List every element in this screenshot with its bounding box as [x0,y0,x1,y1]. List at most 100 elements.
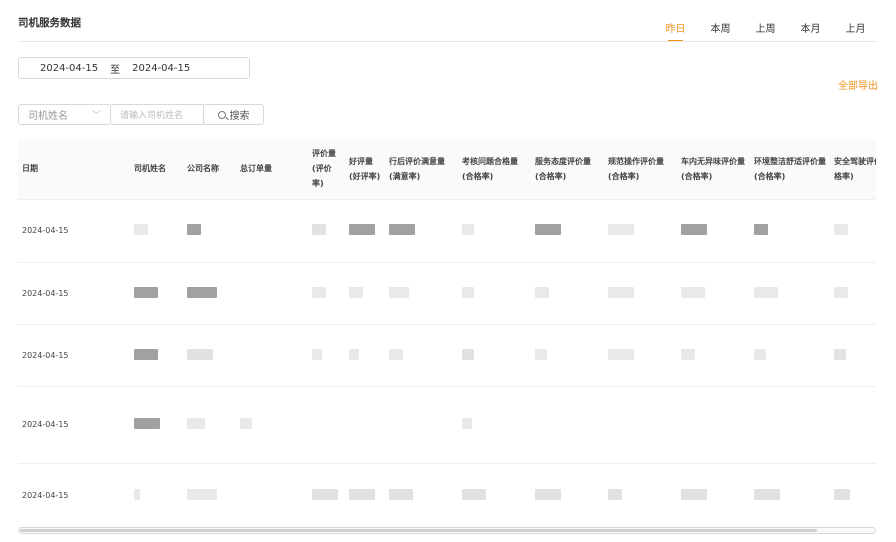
tab-last-month[interactable]: 上月 [833,20,878,41]
cell-redacted [830,261,876,324]
cell-redacted [830,385,876,463]
start-date[interactable]: 2024-04-15 [40,63,98,74]
driver-name-input[interactable]: 请输入司机姓名 [111,104,204,125]
cell-redacted [531,261,604,324]
cell-redacted [458,385,531,463]
table-row: 2024-04-15 [18,462,876,527]
cell-redacted [236,261,308,324]
cell-redacted [531,385,604,463]
tab-this-week[interactable]: 本周 [698,20,743,41]
cell-date: 2024-04-15 [18,261,130,324]
cell-redacted [750,198,830,262]
cell-redacted [345,323,385,386]
cell-redacted [458,261,531,324]
cell-redacted [385,323,458,386]
end-date[interactable]: 2024-04-15 [132,63,190,74]
cell-redacted [385,261,458,324]
tab-this-month[interactable]: 本月 [788,20,833,41]
col-safe-driving: 安全驾驶评价量(合格率) [834,156,876,181]
cell-redacted [130,385,183,463]
cell-redacted [183,323,236,386]
cell-redacted [458,323,531,386]
cell-date: 2024-04-15 [18,462,130,527]
col-date: 日期 [22,164,38,174]
cell-redacted [531,323,604,386]
cell-redacted [183,462,236,527]
cell-redacted [130,261,183,324]
cell-redacted [345,385,385,463]
data-table: 日期 司机姓名 公司名称 总订单量 评价量(评价率) 好评量(好评率) 行后评价… [18,139,876,527]
page-title: 司机服务数据 [18,17,81,29]
cell-redacted [604,385,677,463]
period-tabs: 昨日 本周 上周 本月 上月 [653,20,878,42]
col-post-trip-satisfaction: 行后评价满意量(满意率) [389,156,445,181]
table-row: 2024-04-15 [18,323,876,386]
cell-redacted [183,261,236,324]
filter-bar: 司机姓名 ﹀ 请输入司机姓名 搜索 [18,104,264,125]
cell-redacted [308,261,345,324]
table-row: 2024-04-15 [18,385,876,463]
search-button[interactable]: 搜索 [203,104,264,125]
cell-redacted [604,261,677,324]
search-button-label: 搜索 [229,111,250,122]
scrollbar-thumb[interactable] [20,529,817,532]
cell-redacted [604,462,677,527]
cell-redacted [236,323,308,386]
cell-redacted [677,323,750,386]
col-clean-environment: 环境整洁舒适评价量(合格率) [754,156,826,181]
date-separator: 至 [110,64,121,76]
filter-field-select[interactable]: 司机姓名 ﹀ [18,104,111,125]
cell-redacted [750,323,830,386]
cell-redacted [677,261,750,324]
cell-redacted [385,385,458,463]
cell-redacted [677,198,750,262]
cell-date: 2024-04-15 [18,385,130,463]
horizontal-scrollbar[interactable] [18,527,876,534]
col-standard-operation: 规范操作评价量(合格率) [608,156,664,181]
search-icon [217,110,226,119]
cell-redacted [830,462,876,527]
cell-redacted [385,462,458,527]
cell-redacted [345,462,385,527]
cell-redacted [130,323,183,386]
cell-redacted [750,261,830,324]
cell-redacted [385,198,458,262]
cell-redacted [750,385,830,463]
table-row: 2024-04-15 [18,198,876,262]
cell-date: 2024-04-15 [18,198,130,262]
cell-redacted [677,462,750,527]
cell-redacted [236,385,308,463]
date-range-picker[interactable]: 2024-04-15 至 2024-04-15 [18,57,250,79]
col-driver-name: 司机姓名 [134,164,166,174]
cell-redacted [130,462,183,527]
cell-redacted [345,198,385,262]
cell-redacted [458,198,531,262]
col-no-odor: 车内无异味评价量(合格率) [681,156,745,181]
cell-redacted [308,462,345,527]
table-header-row: 日期 司机姓名 公司名称 总订单量 评价量(评价率) 好评量(好评率) 行后评价… [18,139,876,199]
header-divider [18,41,878,42]
tab-last-week[interactable]: 上周 [743,20,788,41]
col-company-name: 公司名称 [187,164,219,174]
cell-redacted [308,198,345,262]
col-assessment-pass: 考核问题合格量(合格率) [462,156,518,181]
cell-redacted [183,198,236,262]
cell-redacted [750,462,830,527]
col-service-attitude: 服务态度评价量(合格率) [535,156,591,181]
cell-redacted [677,385,750,463]
col-total-orders: 总订单量 [240,164,272,174]
cell-redacted [308,323,345,386]
select-label: 司机姓名 [28,111,68,122]
cell-redacted [130,198,183,262]
cell-redacted [604,198,677,262]
cell-redacted [236,462,308,527]
cell-redacted [830,198,876,262]
cell-redacted [458,462,531,527]
cell-redacted [531,462,604,527]
col-positive-count: 好评量(好评率) [349,156,381,181]
cell-redacted [830,323,876,386]
chevron-down-icon: ﹀ [91,111,101,121]
cell-date: 2024-04-15 [18,323,130,386]
export-all-button[interactable]: 全部导出 [838,77,878,92]
tab-yesterday[interactable]: 昨日 [653,20,698,42]
